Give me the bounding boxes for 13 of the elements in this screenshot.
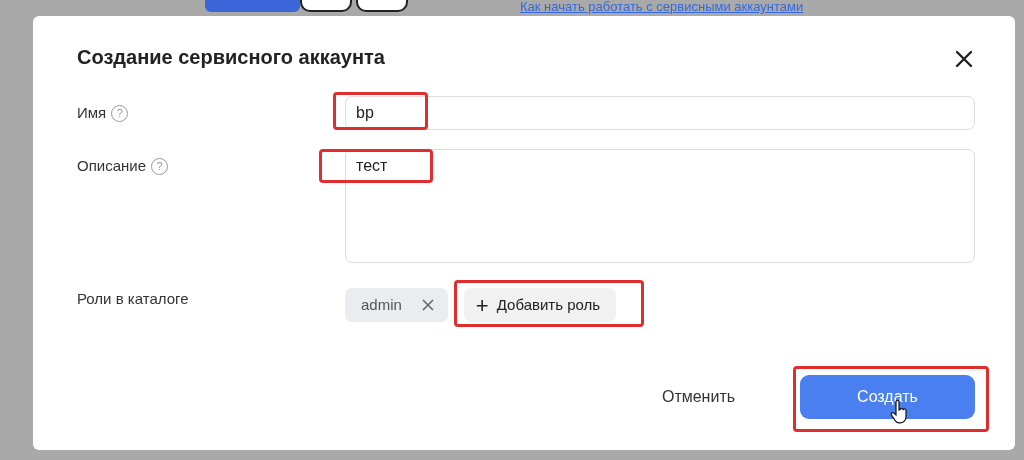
- field-label: Имя: [77, 104, 107, 121]
- remove-icon[interactable]: [421, 299, 434, 311]
- role-name: admin: [361, 294, 402, 315]
- dialog-title: Создание сервисного аккаунта: [77, 45, 385, 70]
- field-label: Роли в каталоге: [77, 290, 189, 307]
- add-role-button[interactable]: + Добавить роль: [463, 288, 617, 322]
- page-button[interactable]: [300, 0, 352, 12]
- page-button[interactable]: [356, 0, 408, 12]
- create-button[interactable]: Создать: [800, 375, 975, 419]
- field-label: Описание: [77, 157, 147, 174]
- description-textarea[interactable]: тест: [345, 149, 975, 263]
- name-input[interactable]: bp: [345, 96, 975, 130]
- plus-icon: +: [475, 288, 489, 322]
